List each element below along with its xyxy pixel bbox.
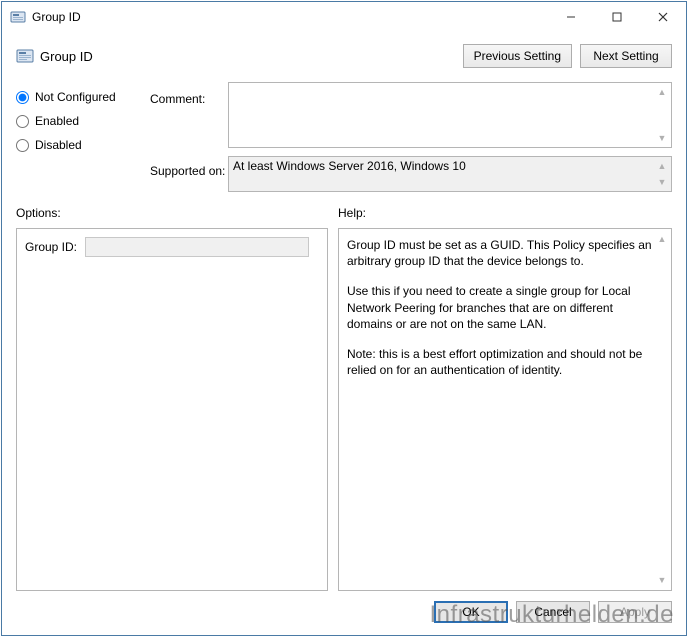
radio-label: Not Configured bbox=[35, 90, 116, 104]
header-row: Group ID Previous Setting Next Setting bbox=[2, 32, 686, 76]
minimize-button[interactable] bbox=[548, 2, 594, 32]
comment-textarea[interactable]: ▲ ▼ bbox=[228, 82, 672, 148]
options-pane: Group ID: bbox=[16, 228, 328, 591]
scroll-up-icon: ▲ bbox=[654, 84, 670, 100]
radio-label: Disabled bbox=[35, 138, 82, 152]
scroll-down-icon: ▼ bbox=[654, 174, 670, 190]
field-labels-col: Comment: Supported on: bbox=[150, 82, 228, 192]
close-button[interactable] bbox=[640, 2, 686, 32]
config-area: Not Configured Enabled Disabled Comment:… bbox=[2, 76, 686, 202]
help-paragraph: Group ID must be set as a GUID. This Pol… bbox=[347, 237, 653, 269]
page-title: Group ID bbox=[40, 49, 455, 64]
help-text: Group ID must be set as a GUID. This Pol… bbox=[347, 237, 653, 378]
help-paragraph: Use this if you need to create a single … bbox=[347, 283, 653, 332]
help-pane: Group ID must be set as a GUID. This Pol… bbox=[338, 228, 672, 591]
option-row-groupid: Group ID: bbox=[25, 237, 309, 257]
next-setting-button[interactable]: Next Setting bbox=[580, 44, 672, 68]
radio-disabled[interactable]: Disabled bbox=[16, 138, 150, 152]
help-heading: Help: bbox=[338, 206, 366, 220]
groupid-label: Group ID: bbox=[25, 239, 77, 255]
panes: Group ID: Group ID must be set as a GUID… bbox=[2, 228, 686, 591]
groupid-input[interactable] bbox=[85, 237, 309, 257]
supported-on-label: Supported on: bbox=[150, 154, 228, 178]
options-heading: Options: bbox=[16, 206, 338, 220]
supported-on-field: At least Windows Server 2016, Windows 10… bbox=[228, 156, 672, 192]
radio-disabled-input[interactable] bbox=[16, 139, 29, 152]
scroll-down-icon: ▼ bbox=[654, 572, 670, 588]
policy-icon bbox=[10, 9, 26, 25]
radio-label: Enabled bbox=[35, 114, 79, 128]
radio-enabled-input[interactable] bbox=[16, 115, 29, 128]
scroll-down-icon: ▼ bbox=[654, 130, 670, 146]
help-paragraph: Note: this is a best effort optimization… bbox=[347, 346, 653, 378]
maximize-button[interactable] bbox=[594, 2, 640, 32]
footer: OK Cancel Apply bbox=[2, 591, 686, 635]
scroll-up-icon: ▲ bbox=[654, 158, 670, 174]
radio-not-configured[interactable]: Not Configured bbox=[16, 90, 150, 104]
options-help-labels: Options: Help: bbox=[2, 202, 686, 228]
state-radio-group: Not Configured Enabled Disabled bbox=[16, 82, 150, 192]
window-title: Group ID bbox=[32, 10, 548, 24]
scroll-up-icon: ▲ bbox=[654, 231, 670, 247]
titlebar: Group ID bbox=[2, 2, 686, 32]
apply-button[interactable]: Apply bbox=[598, 601, 672, 623]
comment-label: Comment: bbox=[150, 90, 228, 154]
radio-enabled[interactable]: Enabled bbox=[16, 114, 150, 128]
policy-icon bbox=[16, 48, 34, 64]
field-inputs-col: ▲ ▼ At least Windows Server 2016, Window… bbox=[228, 82, 672, 192]
window-controls bbox=[548, 2, 686, 32]
dialog-window: Group ID Group ID Previous Setting bbox=[1, 1, 687, 636]
radio-not-configured-input[interactable] bbox=[16, 91, 29, 104]
supported-on-value: At least Windows Server 2016, Windows 10 bbox=[233, 159, 466, 173]
ok-button[interactable]: OK bbox=[434, 601, 508, 623]
previous-setting-button[interactable]: Previous Setting bbox=[463, 44, 572, 68]
cancel-button[interactable]: Cancel bbox=[516, 601, 590, 623]
